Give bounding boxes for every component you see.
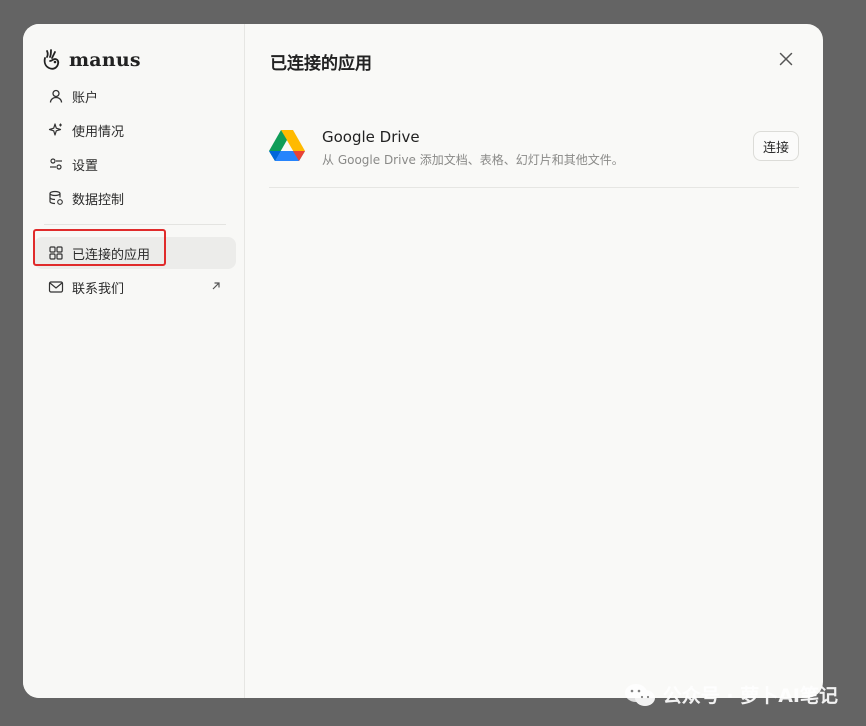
sidebar-item-usage[interactable]: 使用情况: [34, 114, 236, 146]
wechat-icon: [624, 683, 655, 706]
database-icon: [48, 190, 64, 206]
sidebar-item-data-control[interactable]: 数据控制: [34, 182, 236, 214]
sidebar-item-label: 账户: [72, 90, 99, 106]
sparkle-icon: [48, 122, 64, 138]
brand-name: manus: [69, 49, 141, 71]
sidebar-item-label: 使用情况: [72, 124, 125, 140]
sidebar-divider: [44, 224, 226, 225]
settings-modal: manus 账户 使用情况 设置 数据控制 已连接的应用 联系我们 已连接的应用…: [23, 24, 823, 698]
sliders-icon: [48, 156, 64, 172]
google-drive-icon: [269, 130, 305, 161]
brand: manus: [41, 48, 141, 72]
sidebar-item-account[interactable]: 账户: [34, 80, 236, 112]
sidebar-item-settings[interactable]: 设置: [34, 148, 236, 180]
sidebar-item-contact-us[interactable]: 联系我们: [34, 271, 236, 303]
user-icon: [48, 88, 64, 104]
connect-button[interactable]: 连接: [753, 131, 799, 161]
manus-logo-icon: [43, 49, 60, 70]
close-button[interactable]: [777, 50, 795, 68]
grid-icon: [48, 245, 64, 261]
sidebar-item-connected-apps[interactable]: 已连接的应用: [33, 229, 236, 269]
sidebar-item-label: 数据控制: [72, 192, 125, 208]
sidebar-nav: 账户 使用情况 设置 数据控制 已连接的应用 联系我们: [33, 80, 236, 305]
close-icon: [779, 52, 793, 66]
sidebar-item-label: 联系我们: [72, 281, 125, 297]
sidebar: manus 账户 使用情况 设置 数据控制 已连接的应用 联系我们: [23, 24, 245, 698]
app-row-google-drive: Google Drive 从 Google Drive 添加文档、表格、幻灯片和…: [269, 124, 799, 188]
sidebar-item-label: 已连接的应用: [72, 247, 151, 263]
main-panel: 已连接的应用 Google Drive 从 Google Drive 添加文档、…: [245, 24, 823, 698]
watermark: 公众号 · 萝卜AI笔记: [623, 681, 838, 708]
mail-icon: [48, 279, 64, 295]
app-name: Google Drive: [322, 128, 420, 146]
page-title: 已连接的应用: [270, 54, 372, 74]
sidebar-item-label: 设置: [72, 158, 99, 174]
external-link-icon: [210, 280, 222, 292]
watermark-text: 公众号 · 萝卜AI笔记: [662, 685, 838, 707]
app-description: 从 Google Drive 添加文档、表格、幻灯片和其他文件。: [322, 153, 624, 167]
